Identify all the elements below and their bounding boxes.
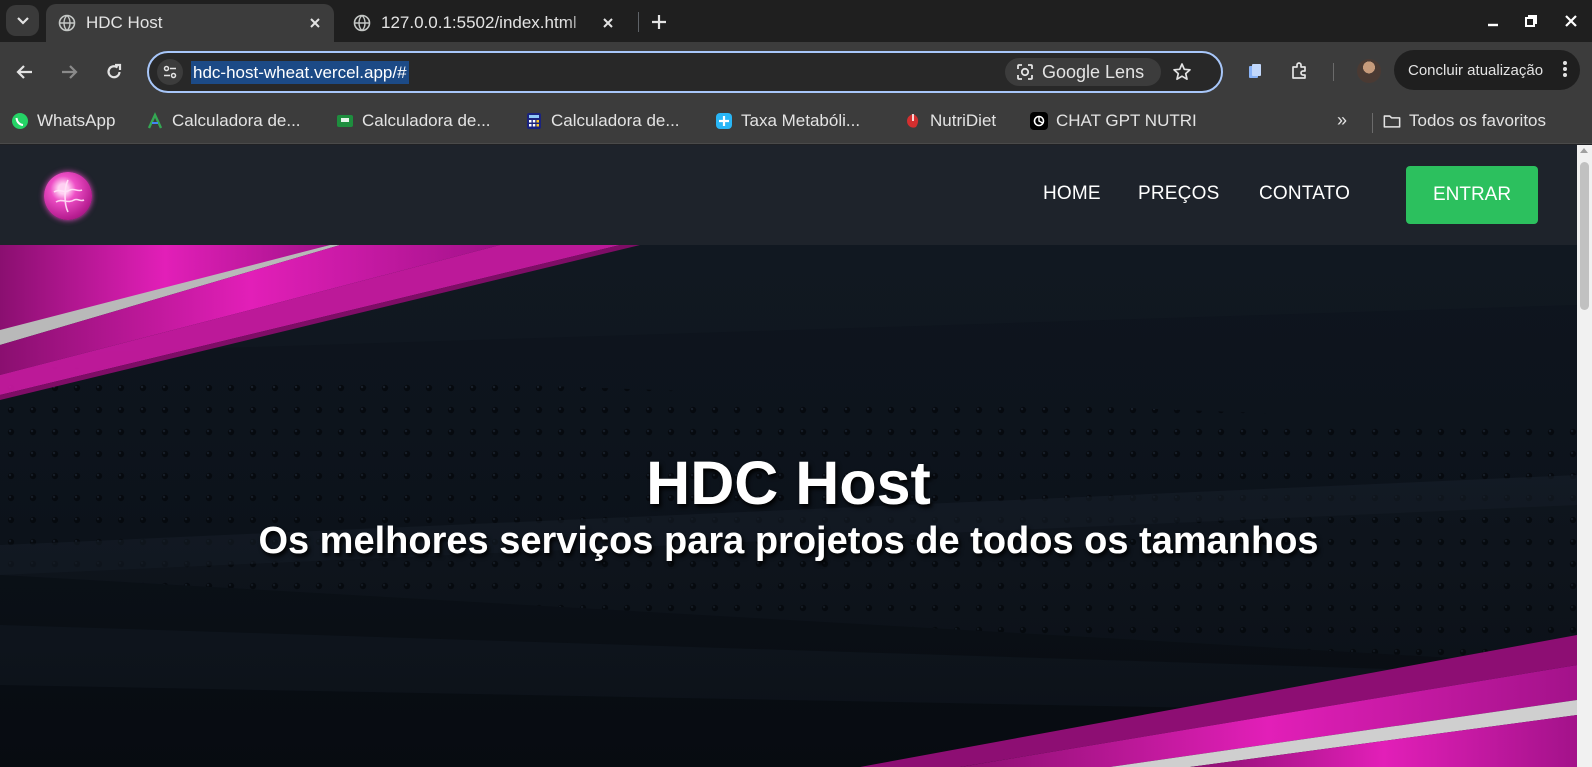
- bookmark-calculadora-1[interactable]: Calculadora de...: [146, 109, 301, 133]
- back-button[interactable]: [10, 57, 40, 87]
- bookmark-label: Calculadora de...: [551, 111, 680, 130]
- puzzle-icon: [1292, 62, 1306, 79]
- toolbar-divider: [1333, 63, 1334, 81]
- google-lens-button[interactable]: Google Lens: [1005, 58, 1161, 86]
- tab-localhost[interactable]: 127.0.0.1:5502/index.html: [341, 4, 627, 42]
- bookmark-taxa-metabolica[interactable]: Taxa Metabóli...: [715, 109, 860, 133]
- bookmark-label: WhatsApp: [37, 111, 116, 130]
- lens-icon: [1017, 64, 1033, 80]
- scrollbar-thumb[interactable]: [1580, 162, 1589, 310]
- bookmark-chat-gpt-nutri[interactable]: CHAT GPT NUTRI: [1030, 109, 1197, 133]
- tune-icon: [163, 65, 177, 79]
- bookmarks-bar: WhatsApp Calculadora de... Calculadora d…: [0, 100, 1592, 144]
- bookmark-calculadora-3[interactable]: Calculadora de...: [525, 109, 680, 133]
- nav-home-link[interactable]: HOME: [1043, 183, 1101, 205]
- close-tab-icon[interactable]: [304, 12, 326, 34]
- bookmark-label: Calculadora de...: [172, 111, 301, 130]
- page-viewport: HOME PREÇOS CONTATO ENTRAR HDC Host Os m…: [0, 145, 1592, 767]
- calculator-grid-icon: [525, 112, 543, 130]
- page-scrollbar[interactable]: [1577, 145, 1592, 767]
- new-tab-button[interactable]: [646, 9, 672, 35]
- close-icon: [1565, 15, 1577, 27]
- site-header: HOME PREÇOS CONTATO ENTRAR: [0, 145, 1577, 245]
- reload-icon: [107, 63, 122, 79]
- calculator-green-icon: [146, 112, 164, 130]
- bookmarks-divider: [1372, 113, 1373, 133]
- bookmark-label: CHAT GPT NUTRI: [1056, 111, 1197, 130]
- hero-title: HDC Host: [646, 449, 931, 517]
- profile-avatar[interactable]: [1357, 59, 1381, 83]
- browser-toolbar: hdc-host-wheat.vercel.app/# Google Lens …: [0, 42, 1592, 100]
- extension-button[interactable]: [1242, 58, 1268, 84]
- star-icon: [1173, 63, 1191, 81]
- more-vert-icon[interactable]: [1562, 59, 1568, 79]
- bookmark-nutridiet[interactable]: NutriDiet: [904, 109, 996, 133]
- bookmark-calculadora-2[interactable]: Calculadora de...: [336, 109, 491, 133]
- bookmark-label: Taxa Metabóli...: [741, 111, 861, 130]
- bookmark-whatsapp[interactable]: WhatsApp: [11, 109, 115, 133]
- tab-title: HDC Host: [86, 13, 163, 32]
- tab-search-button[interactable]: [6, 5, 39, 36]
- browser-tab-strip: HDC Host 127.0.0.1:5502/index.html: [0, 0, 1592, 42]
- nav-contato-link[interactable]: CONTATO: [1259, 183, 1350, 205]
- reload-button[interactable]: [99, 57, 129, 87]
- globe-icon: [58, 14, 76, 32]
- more-bookmarks-button[interactable]: »: [1337, 110, 1347, 131]
- address-bar[interactable]: hdc-host-wheat.vercel.app/# Google Lens: [147, 51, 1223, 93]
- folder-icon: [1383, 112, 1401, 130]
- restore-icon: [1525, 15, 1537, 27]
- bookmark-star-button[interactable]: [1169, 59, 1195, 85]
- scroll-up-arrow-icon[interactable]: [1580, 148, 1588, 153]
- url-text[interactable]: hdc-host-wheat.vercel.app/#: [191, 61, 409, 84]
- whatsapp-icon: [11, 112, 29, 130]
- minimize-button[interactable]: [1480, 8, 1506, 34]
- entrar-button[interactable]: ENTRAR: [1406, 166, 1538, 224]
- extensions-menu-button[interactable]: [1286, 58, 1312, 84]
- finish-update-button[interactable]: Concluir atualização: [1394, 50, 1580, 90]
- bookmark-label: NutriDiet: [930, 111, 997, 130]
- arrow-right-icon: [62, 65, 78, 79]
- hero-subtitle: Os melhores serviços para projetos de to…: [258, 520, 1319, 562]
- plus-icon: [652, 15, 666, 29]
- close-window-button[interactable]: [1558, 8, 1584, 34]
- site-info-button[interactable]: [157, 59, 183, 85]
- globe-logo-icon[interactable]: [44, 172, 92, 220]
- forward-button[interactable]: [54, 57, 84, 87]
- arrow-left-icon: [16, 65, 32, 79]
- extension-doc-icon: [1249, 64, 1261, 78]
- metabolic-icon: [715, 112, 733, 130]
- google-lens-label: Google Lens: [1042, 61, 1145, 82]
- globe-icon: [353, 14, 371, 32]
- openai-icon: [1030, 112, 1048, 130]
- all-bookmarks-label: Todos os favoritos: [1409, 111, 1547, 130]
- nutridiet-icon: [904, 112, 922, 130]
- close-tab-icon[interactable]: [597, 12, 619, 34]
- tab-divider: [638, 12, 639, 32]
- tab-title: 127.0.0.1:5502/index.html: [381, 13, 577, 32]
- finish-update-label: Concluir atualização: [1408, 61, 1544, 79]
- calculator-sheet-icon: [336, 112, 354, 130]
- chevron-down-icon: [16, 16, 29, 25]
- bookmark-label: Calculadora de...: [362, 111, 491, 130]
- minimize-icon: [1488, 23, 1498, 27]
- hero-section: HDC Host Os melhores serviços para proje…: [0, 245, 1577, 767]
- restore-button[interactable]: [1518, 8, 1544, 34]
- nav-precos-link[interactable]: PREÇOS: [1138, 183, 1219, 205]
- all-bookmarks-button[interactable]: Todos os favoritos: [1383, 109, 1546, 133]
- tab-hdc-host[interactable]: HDC Host: [46, 4, 334, 42]
